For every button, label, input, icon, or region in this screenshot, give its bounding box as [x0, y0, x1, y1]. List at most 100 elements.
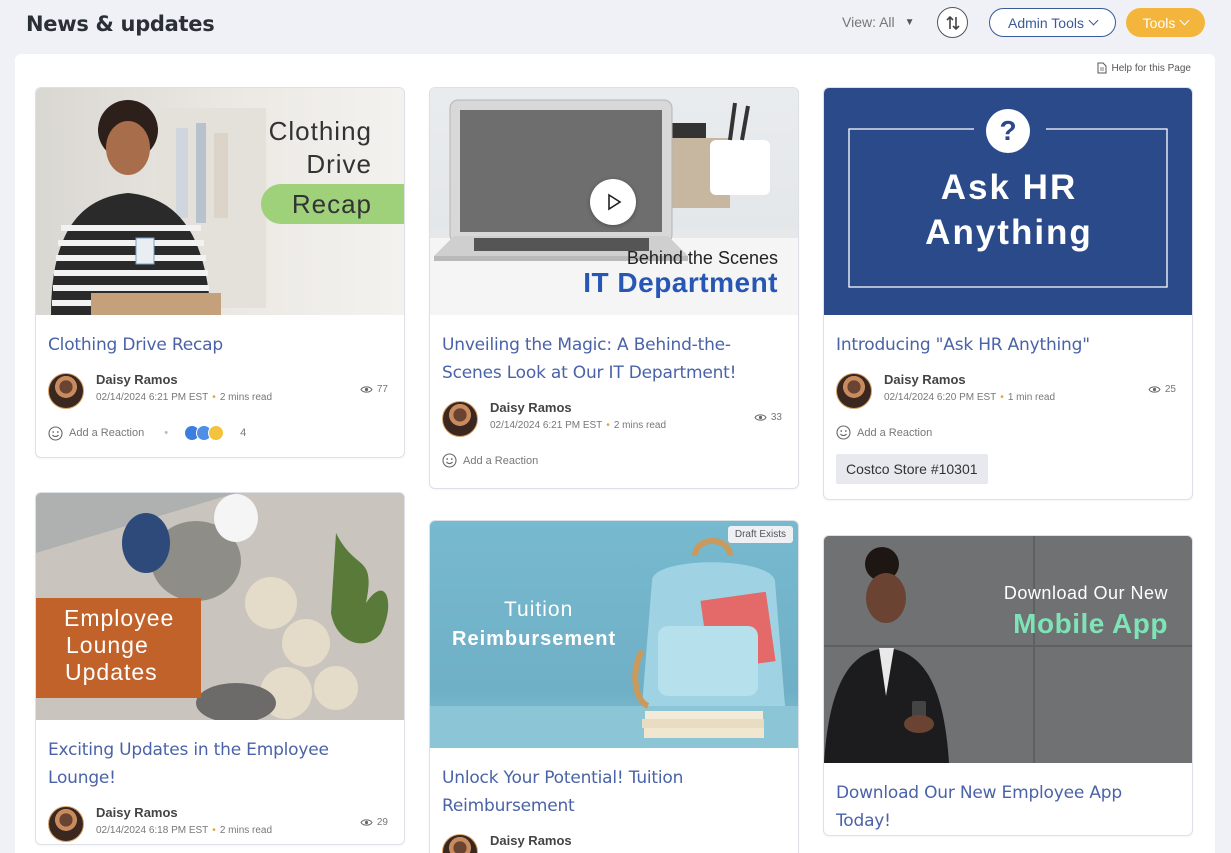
help-label: Help for this Page	[1111, 62, 1192, 74]
view-count: 77	[360, 384, 388, 395]
image-text-2: IT Department	[583, 267, 778, 298]
eye-icon	[360, 819, 373, 826]
sort-button[interactable]	[937, 7, 968, 38]
draft-badge: Draft Exists	[727, 526, 793, 543]
views-number: 25	[1164, 384, 1176, 395]
smiley-icon	[48, 425, 63, 441]
author-name[interactable]: Daisy Ramos	[490, 400, 572, 415]
author-row: Daisy Ramos 02/14/2024 6:21 PM EST • 2 min…	[442, 399, 786, 439]
play-icon	[608, 193, 622, 211]
card-illustration	[824, 536, 1192, 763]
add-reaction-label: Add a Reaction	[463, 454, 539, 467]
read-time: 1 min read	[1007, 392, 1056, 403]
author-name[interactable]: Daisy Ramos	[96, 372, 178, 387]
image-text-1: Employee	[64, 605, 175, 631]
author-name[interactable]: Daisy Ramos	[490, 833, 572, 848]
card-image[interactable]: Download Our New Mobile App	[824, 536, 1192, 763]
tools-label: Tools	[1142, 14, 1176, 31]
chevron-down-icon	[1179, 15, 1190, 26]
news-card: Download Our New Mobile App Download Our…	[823, 535, 1193, 836]
card-title[interactable]: Unveiling the Magic: A Behind-the-Scenes…	[430, 331, 798, 387]
card-title[interactable]: Clothing Drive Recap	[36, 331, 404, 359]
reaction-count: 4	[240, 427, 247, 439]
avatar[interactable]	[442, 834, 478, 853]
image-text-3: Updates	[65, 659, 158, 685]
news-card: Employee Lounge Updates Exciting Updates…	[35, 492, 405, 845]
admin-tools-label: Admin Tools	[1007, 14, 1084, 31]
image-text-2: Lounge	[66, 632, 149, 658]
smiley-icon	[442, 453, 457, 468]
post-date: 02/14/2024 6:18 PM EST	[96, 825, 209, 836]
news-card: ? Ask HR Anything Introducing "Ask HR An…	[823, 87, 1193, 500]
chevron-down-icon	[1088, 15, 1099, 26]
view-count: 29	[360, 817, 388, 828]
news-panel: Help for this Page Clothing Drive Recap …	[15, 54, 1215, 853]
caret-down-icon: ▼	[904, 16, 915, 28]
avatar[interactable]	[836, 373, 872, 409]
views-number: 33	[770, 412, 782, 423]
avatar[interactable]	[48, 806, 84, 842]
card-title[interactable]: Introducing "Ask HR Anything"	[824, 331, 1192, 359]
card-image[interactable]: Behind the Scenes IT Department	[430, 88, 798, 315]
image-text-1: Clothing	[268, 116, 372, 146]
view-count: 25	[1148, 384, 1176, 395]
news-card: Clothing Drive Recap Clothing Drive Reca…	[35, 87, 405, 458]
eye-icon	[754, 414, 767, 421]
help-link[interactable]: Help for this Page	[1097, 62, 1192, 74]
view-filter-label: View: All	[842, 14, 895, 30]
admin-tools-button[interactable]: Admin Tools	[989, 8, 1116, 37]
add-reaction-button[interactable]: Add a Reaction • 4	[48, 425, 392, 441]
image-text-1: Behind the Scenes	[626, 248, 778, 268]
card-title[interactable]: Download Our New Employee App Today!	[824, 779, 1192, 835]
play-button[interactable]	[590, 179, 636, 225]
views-number: 77	[376, 384, 388, 395]
view-filter-dropdown[interactable]: View: All ▼	[842, 14, 915, 30]
card-image[interactable]: ? Ask HR Anything	[824, 88, 1192, 315]
image-text-1: Tuition	[504, 598, 574, 621]
eye-icon	[1148, 386, 1161, 393]
clap-icon	[208, 425, 225, 441]
post-meta: 02/14/2024 6:18 PM EST • 2 mins read	[96, 825, 273, 836]
sort-arrows-icon	[945, 15, 960, 30]
card-image[interactable]: Clothing Drive Recap	[36, 88, 404, 315]
post-meta: 02/14/2024 6:20 PM EST • 1 min read	[884, 392, 1056, 403]
image-text-2: Anything	[925, 213, 1093, 252]
add-reaction-label: Add a Reaction	[857, 426, 933, 439]
author-row: Daisy Ramos 02/14/2024 6:18 PM EST • 2 min…	[48, 804, 392, 844]
image-text-2: Reimbursement	[452, 628, 617, 650]
eye-icon	[360, 386, 373, 393]
card-image[interactable]: Draft Exists Tuition Reimbursement	[430, 521, 798, 748]
image-text-1: Ask HR	[940, 168, 1078, 207]
document-icon	[1097, 62, 1106, 74]
top-bar: News & updates View: All ▼ Admin Tools T…	[0, 0, 1231, 50]
author-row: Daisy Ramos 02/14/2024 6:20 PM EST • 1 min…	[836, 371, 1180, 411]
post-meta: 02/14/2024 6:21 PM EST • 2 mins read	[490, 420, 667, 431]
image-text-3: Recap	[291, 189, 372, 219]
avatar[interactable]	[442, 401, 478, 437]
news-card: Behind the Scenes IT Department Unveilin…	[429, 87, 799, 489]
author-row: Daisy Ramos	[442, 832, 786, 853]
image-text-2: Drive	[306, 149, 372, 179]
image-text-2: Mobile App	[1013, 608, 1168, 639]
read-time: 2 mins read	[219, 825, 273, 836]
post-date: 02/14/2024 6:20 PM EST	[884, 392, 997, 403]
add-reaction-button[interactable]: Add a Reaction	[836, 425, 1180, 440]
smiley-icon	[836, 425, 851, 440]
image-text-1: Download Our New	[1003, 583, 1168, 603]
add-reaction-button[interactable]: Add a Reaction	[442, 453, 786, 468]
post-date: 02/14/2024 6:21 PM EST	[490, 420, 603, 431]
views-number: 29	[376, 817, 388, 828]
location-tag[interactable]: Costco Store #10301	[836, 454, 988, 484]
news-card: Draft Exists Tuition Reimbursement Unloc…	[429, 520, 799, 853]
question-icon: ?	[986, 109, 1030, 153]
page-title: News & updates	[26, 12, 215, 36]
tools-button[interactable]: Tools	[1126, 8, 1205, 37]
author-name[interactable]: Daisy Ramos	[96, 805, 178, 820]
card-title[interactable]: Exciting Updates in the Employee Lounge!	[36, 736, 404, 792]
avatar[interactable]	[48, 373, 84, 409]
read-time: 2 mins read	[219, 392, 273, 403]
card-image[interactable]: Employee Lounge Updates	[36, 493, 404, 720]
author-name[interactable]: Daisy Ramos	[884, 372, 966, 387]
author-row: Daisy Ramos 02/14/2024 6:21 PM EST • 2 min…	[48, 371, 392, 411]
card-title[interactable]: Unlock Your Potential! Tuition Reimburse…	[430, 764, 798, 820]
